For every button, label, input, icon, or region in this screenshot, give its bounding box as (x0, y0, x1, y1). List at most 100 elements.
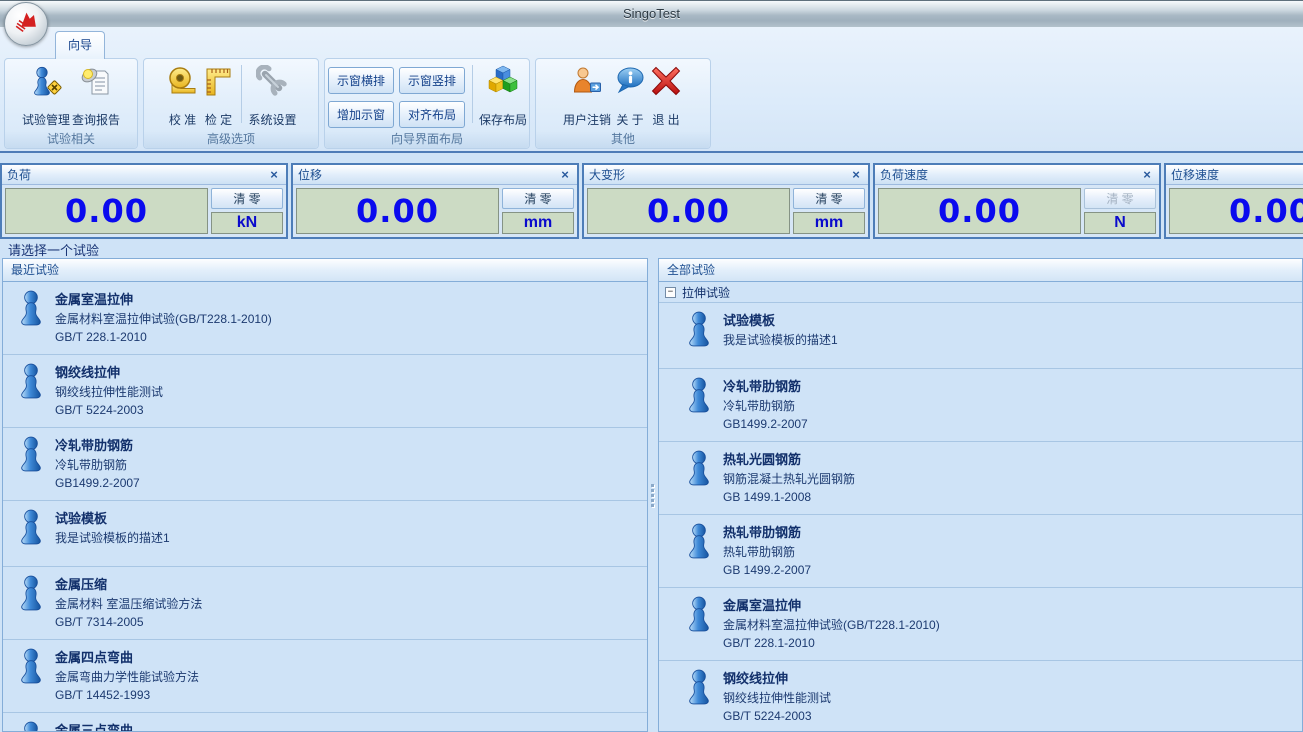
test-item-description: 金属材料 室温压缩试验方法 (55, 595, 641, 613)
test-item-description: 金属材料室温拉伸试验(GB/T228.1-2010) (723, 616, 1296, 634)
clear-zero-button: 清 零 (1084, 188, 1156, 209)
ribbon-button-1-2[interactable]: 系统设置 (247, 61, 297, 129)
verify-icon (201, 64, 235, 98)
pawn-icon (685, 311, 713, 352)
test-item[interactable]: 试验模板我是试验模板的描述1 (3, 501, 647, 567)
close-icon[interactable]: × (558, 168, 572, 182)
about-icon (613, 64, 647, 98)
ribbon-button-1-0[interactable]: 校 准 (164, 61, 200, 129)
gauge-1: 位移× 0.00清 零mm (291, 163, 579, 239)
exit-icon (649, 64, 683, 98)
test-item[interactable]: 金属室温拉伸金属材料室温拉伸试验(GB/T228.1-2010)GB/T 228… (3, 282, 647, 355)
ribbon-group-2: 示窗横排示窗竖排增加示窗对齐布局保存布局向导界面布局 (324, 58, 530, 149)
ribbon-button-3-0[interactable]: 用户注销 (562, 61, 612, 129)
test-item-description: 我是试验模板的描述1 (723, 331, 1296, 349)
settings-icon (255, 64, 289, 98)
ribbon-button-1-1[interactable]: 检 定 (200, 61, 236, 129)
tree-section-label: 拉伸试验 (682, 284, 730, 301)
small-button-2[interactable]: 增加示窗 (328, 101, 394, 128)
tree-section-0[interactable]: −拉伸试验 (659, 282, 1302, 303)
test-item[interactable]: 钢绞线拉伸钢绞线拉伸性能测试GB/T 5224-2003 (659, 661, 1302, 731)
ribbon-group-content: 校 准检 定系统设置 (144, 59, 318, 131)
ribbon-button-label: 查询报告 (72, 111, 120, 128)
test-item[interactable]: 金属四点弯曲金属弯曲力学性能试验方法GB/T 14452-1993 (3, 640, 647, 713)
ribbon-button-0-0[interactable]: 试验管理 (21, 61, 71, 129)
test-item-standard: GB/T 14452-1993 (55, 686, 641, 704)
close-icon[interactable]: × (1140, 168, 1154, 182)
gauge-title: 位移 (298, 166, 558, 183)
ribbon-group-label: 向导界面布局 (325, 131, 529, 148)
test-item-name: 金属四点弯曲 (55, 648, 641, 668)
ribbon-button-2-0[interactable]: 保存布局 (478, 61, 528, 129)
gauge-2: 大变形× 0.00清 零mm (582, 163, 870, 239)
test-item-description: 金属材料室温拉伸试验(GB/T228.1-2010) (55, 310, 641, 328)
gauge-body: 0.00清 零mm (293, 185, 577, 237)
ribbon-button-3-1[interactable]: 关 于 (612, 61, 648, 129)
gauge-value: 0.00 (5, 188, 208, 234)
gauge-side: 清 零N (1084, 188, 1156, 234)
test-item[interactable]: 冷轧带肋钢筋冷轧带肋钢筋GB1499.2-2007 (659, 369, 1302, 442)
clear-zero-button[interactable]: 清 零 (793, 188, 865, 209)
pawn-icon (685, 523, 713, 564)
all-tests-panel: 全部试验 −拉伸试验试验模板我是试验模板的描述1冷轧带肋钢筋冷轧带肋钢筋GB14… (658, 258, 1303, 732)
window-title: SingoTest (0, 6, 1303, 21)
pawn-icon (685, 596, 713, 637)
gauge-body: 0.00清 零mm (584, 185, 868, 237)
gauge-header: 负荷× (2, 165, 286, 185)
ribbon-button-0-1[interactable]: 查询报告 (71, 61, 121, 129)
collapse-icon[interactable]: − (665, 287, 676, 298)
gauge-4: 位移速度×0.00清 零 (1164, 163, 1303, 239)
pawn-icon (17, 575, 45, 616)
close-icon[interactable]: × (267, 168, 281, 182)
test-item[interactable]: 金属三点弯曲金属弯曲力学性能试验方法GB/T 14452-1993 (3, 713, 647, 731)
gauge-3: 负荷速度×0.00清 零N (873, 163, 1161, 239)
test-item-name: 试验模板 (55, 509, 641, 529)
group-separator (472, 65, 473, 123)
small-button-1[interactable]: 示窗竖排 (399, 67, 465, 94)
test-item[interactable]: 钢绞线拉伸钢绞线拉伸性能测试GB/T 5224-2003 (3, 355, 647, 428)
test-item-description: 热轧带肋钢筋 (723, 543, 1296, 561)
test-item-name: 冷轧带肋钢筋 (723, 377, 1296, 397)
test-item[interactable]: 冷轧带肋钢筋冷轧带肋钢筋GB1499.2-2007 (3, 428, 647, 501)
test-item-name: 热轧带肋钢筋 (723, 523, 1296, 543)
recent-tests-panel: 最近试验 金属室温拉伸金属材料室温拉伸试验(GB/T228.1-2010)GB/… (2, 258, 648, 732)
close-icon[interactable]: × (849, 168, 863, 182)
gauge-unit: kN (211, 212, 283, 234)
app-menu-button[interactable] (4, 2, 48, 46)
app-logo-icon (11, 7, 41, 42)
small-button-0[interactable]: 示窗横排 (328, 67, 394, 94)
test-item-standard: GB/T 5224-2003 (55, 401, 641, 419)
pawn-icon (17, 290, 45, 331)
test-item[interactable]: 热轧光圆钢筋钢筋混凝土热轧光圆钢筋GB 1499.1-2008 (659, 442, 1302, 515)
gauge-title: 大变形 (589, 166, 849, 183)
test-item[interactable]: 金属室温拉伸金属材料室温拉伸试验(GB/T228.1-2010)GB/T 228… (659, 588, 1302, 661)
gauge-title: 负荷速度 (880, 166, 1140, 183)
test-item[interactable]: 试验模板我是试验模板的描述1 (659, 303, 1302, 369)
gauge-side: 清 零 kN (211, 188, 283, 234)
gauge-header: 负荷速度× (875, 165, 1159, 185)
ribbon-button-label: 保存布局 (479, 111, 527, 128)
tab-wizard[interactable]: 向导 (55, 31, 105, 59)
test-item[interactable]: 金属压缩金属材料 室温压缩试验方法GB/T 7314-2005 (3, 567, 647, 640)
wizard-layout-buttons: 示窗横排示窗竖排增加示窗对齐布局 (328, 67, 465, 128)
recent-panel-header: 最近试验 (3, 259, 647, 282)
ribbon-button-label: 校 准 (169, 111, 196, 128)
pawn-icon (17, 509, 45, 550)
test-item-name: 金属三点弯曲 (55, 721, 641, 731)
test-item[interactable]: 热轧带肋钢筋热轧带肋钢筋GB 1499.2-2007 (659, 515, 1302, 588)
ribbon-button-3-2[interactable]: 退 出 (648, 61, 684, 129)
clear-zero-button[interactable]: 清 零 (211, 188, 283, 209)
test-item-name: 冷轧带肋钢筋 (55, 436, 641, 456)
pawn-icon (685, 377, 713, 418)
test-item-standard: GB 1499.1-2008 (723, 488, 1296, 506)
test-item-name: 钢绞线拉伸 (55, 363, 641, 383)
ribbon-group-label: 试验相关 (5, 131, 137, 148)
clear-zero-button[interactable]: 清 零 (502, 188, 574, 209)
test-item-description: 冷轧带肋钢筋 (55, 456, 641, 474)
gauge-value: 0.00 (587, 188, 790, 234)
small-button-3[interactable]: 对齐布局 (399, 101, 465, 128)
panel-splitter[interactable] (648, 258, 658, 732)
pawn-icon (17, 648, 45, 689)
pawn-icon (685, 669, 713, 710)
test-item-standard: GB/T 228.1-2010 (723, 634, 1296, 652)
